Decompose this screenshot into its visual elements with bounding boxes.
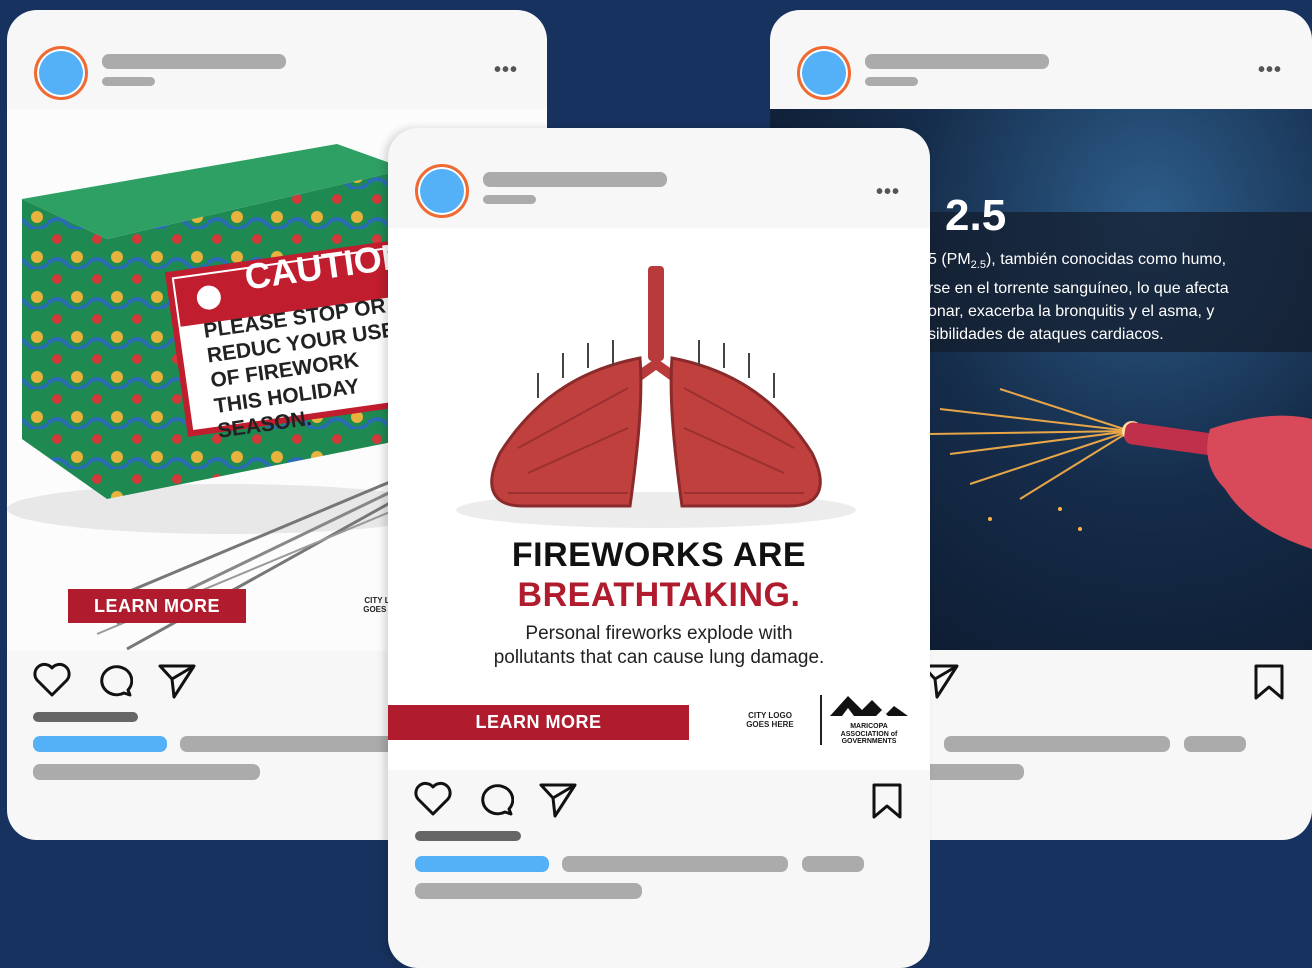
likes-placeholder [415, 831, 521, 841]
maricopa-logo-text: MARICOPA ASSOCIATION of GOVERNMENTS [840, 723, 898, 746]
comments-placeholder [920, 764, 1024, 780]
mountain-logo-icon [830, 696, 908, 716]
maricopa-logo: MARICOPA ASSOCIATION of GOVERNMENTS [828, 692, 910, 746]
more-icon[interactable]: ••• [876, 182, 900, 202]
learn-more-button[interactable]: LEARN MORE [68, 589, 246, 623]
caption-placeholder-2 [802, 856, 864, 872]
avatar[interactable] [415, 164, 469, 218]
username-placeholder [865, 54, 1049, 69]
comments-placeholder [33, 764, 260, 780]
subtitle-placeholder [102, 77, 155, 86]
subtitle-placeholder [483, 195, 536, 204]
lungs-illustration [456, 266, 856, 528]
caution-message: PLEASE STOP OR REDUC YOUR USE OF FIREWOR… [202, 294, 397, 443]
avatar[interactable] [797, 46, 851, 100]
headline-line-1: FIREWORKS ARE [511, 536, 807, 574]
learn-more-button[interactable]: LEARN MORE [388, 705, 689, 740]
caption-placeholder [562, 856, 788, 872]
headline-line-2: BREATHTAKING. [517, 576, 801, 614]
subtitle-placeholder [865, 77, 918, 86]
comments-placeholder [415, 883, 642, 899]
caption-user-placeholder [415, 856, 549, 872]
heart-icon[interactable] [32, 662, 72, 698]
username-placeholder [102, 54, 286, 69]
more-icon[interactable]: ••• [1258, 60, 1282, 80]
caption-placeholder [944, 736, 1170, 752]
more-icon[interactable]: ••• [494, 60, 518, 80]
likes-placeholder [33, 712, 138, 722]
caption-placeholder [180, 736, 420, 752]
body-text: Personal fireworks explode with pollutan… [493, 623, 825, 668]
city-logo: CITY LOGO GOES HERE [746, 711, 794, 729]
bookmark-icon[interactable] [870, 782, 904, 820]
share-icon[interactable] [538, 782, 578, 818]
avatar[interactable] [34, 46, 88, 100]
bookmark-icon[interactable] [1252, 663, 1286, 701]
comment-icon[interactable] [97, 662, 133, 698]
share-icon[interactable] [157, 663, 197, 699]
post-image[interactable]: FIREWORKS ARE BREATHTAKING. Personal fir… [388, 228, 930, 770]
logo-divider [820, 695, 822, 745]
caption-placeholder-2 [1184, 736, 1246, 752]
heart-icon[interactable] [413, 781, 453, 817]
caption-user-placeholder [33, 736, 167, 752]
username-placeholder [483, 172, 667, 187]
comment-icon[interactable] [478, 781, 514, 817]
post-card-center: ••• FIREWORKS ARE BREATHTAKING. Personal… [388, 128, 930, 968]
